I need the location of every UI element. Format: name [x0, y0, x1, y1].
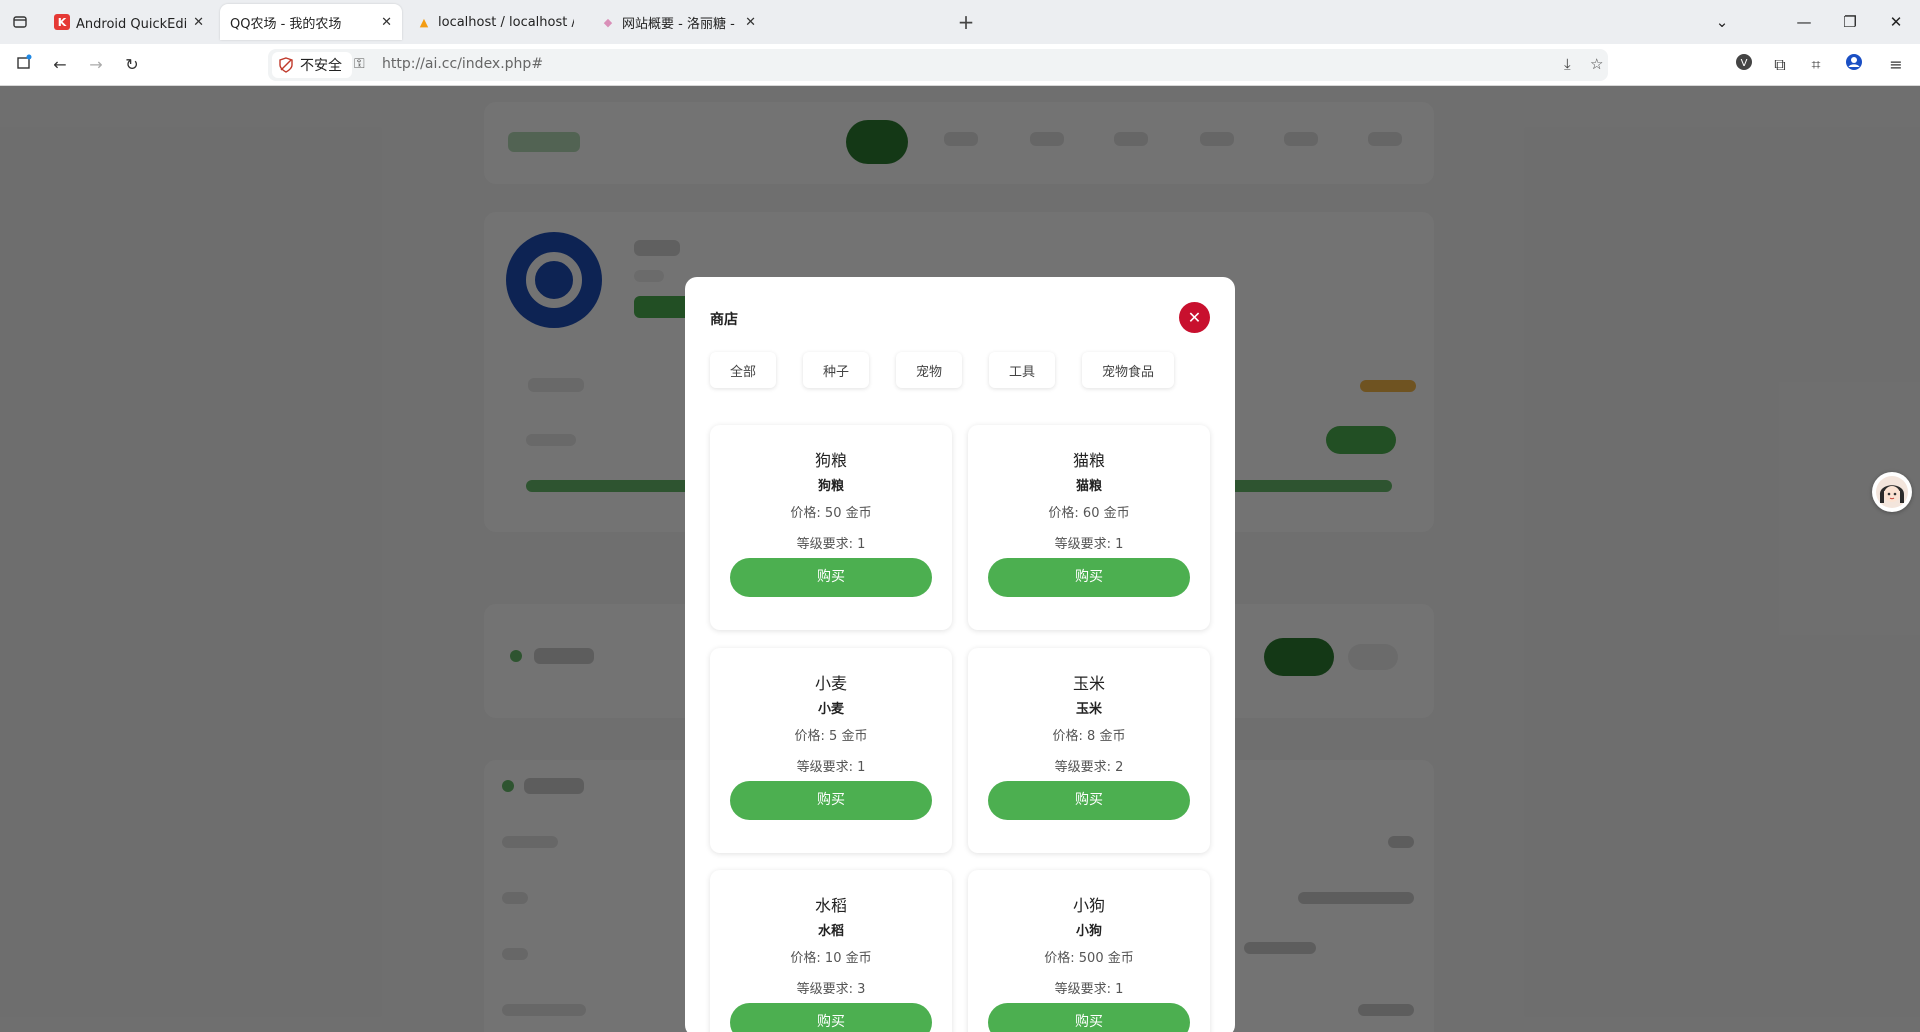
tab-1[interactable]: QQ农场 - 我的农场 ✕ — [220, 4, 402, 40]
item-name: 狗粮 — [814, 451, 847, 470]
item-level: 等级要求: 2 — [1054, 760, 1124, 775]
tab-close-icon[interactable]: ✕ — [745, 15, 756, 30]
filter-tools[interactable]: 工具 — [989, 352, 1055, 388]
shop-item: 猫粮 猫粮 价格: 60 金币 等级要求: 1 购买 — [968, 425, 1210, 630]
tab-3[interactable]: ◆ 网站概要 - 洛丽糖 - Powered b ✕ — [590, 4, 766, 40]
restore-icon[interactable]: ❐ — [1836, 10, 1864, 34]
tab-title: localhost / localhost / xx | ph — [438, 14, 574, 30]
tab-close-icon[interactable]: ✕ — [193, 15, 204, 30]
item-price: 价格: 60 金币 — [1048, 506, 1130, 521]
item-name: 玉米 — [1072, 674, 1105, 693]
buy-button[interactable]: 购买 — [988, 558, 1190, 597]
bookmark-star-icon[interactable]: ☆ — [1590, 55, 1603, 73]
shop-item: 小麦 小麦 价格: 5 金币 等级要求: 1 购买 — [710, 648, 952, 853]
item-level: 等级要求: 1 — [1054, 537, 1124, 552]
crop-icon[interactable]: ⌗ — [1804, 53, 1828, 77]
item-name: 水稻 — [814, 896, 847, 915]
item-price: 价格: 10 金币 — [790, 951, 872, 966]
item-subtitle: 狗粮 — [817, 479, 844, 494]
modal-title: 商店 — [710, 312, 738, 328]
item-subtitle: 水稻 — [817, 924, 844, 939]
assistant-avatar-button[interactable] — [1872, 472, 1912, 512]
favicon-icon: ▲ — [419, 15, 429, 29]
buy-button[interactable]: 购买 — [730, 558, 932, 597]
item-level: 等级要求: 1 — [796, 760, 866, 775]
filter-pet-food[interactable]: 宠物食品 — [1082, 352, 1174, 388]
buy-button[interactable]: 购买 — [730, 1003, 932, 1032]
shop-item: 水稻 水稻 价格: 10 金币 等级要求: 3 购买 — [710, 870, 952, 1032]
svg-text:V: V — [1741, 58, 1748, 69]
item-level: 等级要求: 1 — [1054, 982, 1124, 997]
shop-item: 狗粮 狗粮 价格: 50 金币 等级要求: 1 购买 — [710, 425, 952, 630]
back-icon[interactable]: ← — [48, 53, 72, 77]
tab-title: QQ农场 - 我的农场 — [230, 16, 342, 32]
item-level: 等级要求: 3 — [796, 982, 866, 997]
item-price: 价格: 500 金币 — [1044, 951, 1134, 966]
item-subtitle: 小狗 — [1075, 924, 1102, 939]
item-subtitle: 猫粮 — [1075, 479, 1102, 494]
address-bar[interactable]: 不安全 ⚿ http://ai.cc/index.php# ⤓ ☆ — [268, 49, 1608, 81]
shop-item: 小狗 小狗 价格: 500 金币 等级要求: 1 购买 — [968, 870, 1210, 1032]
browser-toolbar: ← → ↻ 不安全 ⚿ http://ai.cc/index.php# ⤓ ☆ … — [0, 44, 1920, 86]
window-close-icon[interactable]: ✕ — [1882, 10, 1910, 34]
reload-icon[interactable]: ↻ — [120, 53, 144, 77]
tab-close-icon[interactable]: ✕ — [381, 15, 392, 30]
browser-tab-bar: K Android QuickEdit编辑器 - 酷 ✕ QQ农场 - 我的农场… — [0, 0, 1920, 44]
favicon-icon: ◆ — [603, 15, 613, 29]
security-indicator[interactable]: 不安全 — [272, 52, 352, 78]
shop-modal: 商店 ✕ 全部 种子 宠物 工具 宠物食品 狗粮 狗粮 价格: 50 金币 等级… — [685, 277, 1235, 1032]
tab-list-chevron-icon[interactable]: ⌄ — [1708, 10, 1736, 34]
tab-title: Android QuickEdit编辑器 - 酷 — [76, 16, 188, 32]
tab-2[interactable]: ▲ localhost / localhost / xx | ph — [406, 4, 584, 40]
profile-icon[interactable] — [1842, 53, 1866, 77]
assistant-avatar-icon — [1876, 476, 1908, 508]
buy-button[interactable]: 购买 — [730, 781, 932, 820]
item-price: 价格: 5 金币 — [794, 729, 868, 744]
extension-v-icon[interactable]: V — [1732, 53, 1756, 77]
item-name: 猫粮 — [1072, 451, 1105, 470]
item-name: 小狗 — [1072, 896, 1105, 915]
buy-button[interactable]: 购买 — [988, 1003, 1190, 1032]
modal-close-button[interactable]: ✕ — [1179, 302, 1210, 333]
item-price: 价格: 8 金币 — [1052, 729, 1126, 744]
url-text[interactable]: http://ai.cc/index.php# — [382, 56, 543, 72]
item-price: 价格: 50 金币 — [790, 506, 872, 521]
extensions-puzzle-icon[interactable]: ⧉ — [1768, 53, 1792, 77]
key-icon[interactable]: ⚿ — [354, 56, 365, 72]
favicon-icon: K — [54, 14, 70, 30]
security-label: 不安全 — [300, 58, 342, 74]
buy-button[interactable]: 购买 — [988, 781, 1190, 820]
filter-pets[interactable]: 宠物 — [896, 352, 962, 388]
tab-actions-icon[interactable] — [8, 10, 32, 34]
filter-all[interactable]: 全部 — [710, 352, 776, 388]
tab-title: 网站概要 - 洛丽糖 - Powered b — [622, 16, 739, 32]
item-level: 等级要求: 1 — [796, 537, 866, 552]
minimize-icon[interactable]: — — [1790, 10, 1818, 34]
item-subtitle: 玉米 — [1075, 702, 1102, 717]
install-app-icon[interactable]: ⤓ — [1564, 55, 1571, 73]
new-tab-icon[interactable]: + — [954, 10, 978, 34]
tab-0[interactable]: K Android QuickEdit编辑器 - 酷 ✕ — [44, 4, 214, 40]
item-subtitle: 小麦 — [817, 702, 844, 717]
shop-item: 玉米 玉米 价格: 8 金币 等级要求: 2 购买 — [968, 648, 1210, 853]
sidebar-toggle-icon[interactable] — [12, 53, 36, 77]
item-name: 小麦 — [814, 674, 847, 693]
filter-seeds[interactable]: 种子 — [803, 352, 869, 388]
forward-icon[interactable]: → — [84, 53, 108, 77]
shield-icon — [279, 57, 293, 73]
menu-icon[interactable]: ≡ — [1884, 53, 1908, 77]
